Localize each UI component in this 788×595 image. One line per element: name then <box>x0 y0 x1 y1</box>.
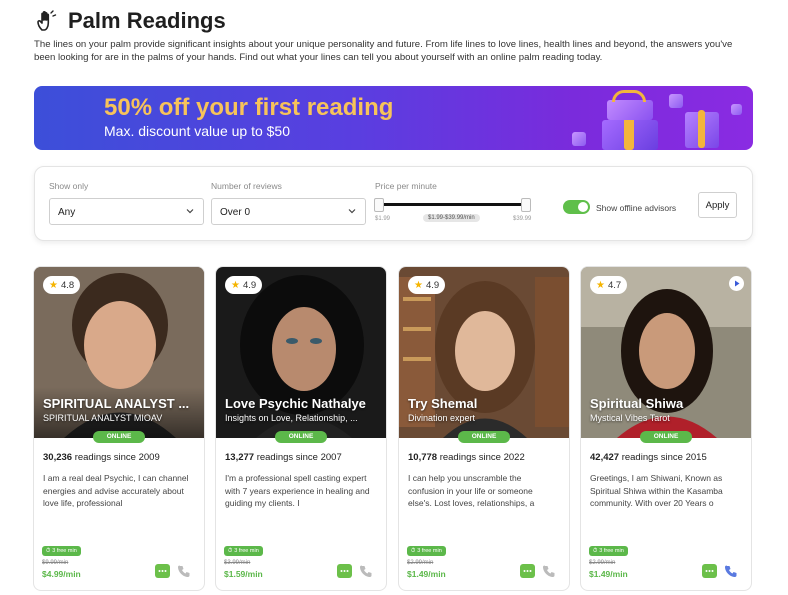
promo-banner[interactable]: 50% off your first reading Max. discount… <box>34 86 753 150</box>
reviews-select[interactable]: Over 0 <box>211 198 366 225</box>
advisor-name[interactable]: Try Shemal <box>408 396 477 411</box>
readings-count: 13,277 readings since 2007 <box>225 452 342 463</box>
online-status-badge: ONLINE <box>275 431 327 443</box>
reviews-label: Number of reviews <box>211 181 282 191</box>
hand-icon <box>34 8 60 34</box>
price: $1.49/min <box>407 569 446 579</box>
filter-panel: Show only Any Number of reviews Over 0 P… <box>34 166 753 241</box>
advisor-name[interactable]: Spiritual Shiwa <box>590 396 683 411</box>
price: $1.59/min <box>224 569 263 579</box>
advisor-card[interactable]: ★ 4.7 Spiritual Shiwa Mystical Vibes Taro… <box>580 266 752 591</box>
advisor-name[interactable]: Love Psychic Nathalye <box>225 396 366 411</box>
price-min-handle[interactable] <box>374 198 384 212</box>
advisor-tagline: SPIRITUAL ANALYST MIOAV <box>43 413 163 423</box>
offline-advisors-toggle[interactable] <box>563 200 590 214</box>
price-min-label: $1.99 <box>375 216 391 222</box>
play-video-icon[interactable] <box>729 276 744 291</box>
star-icon: ★ <box>414 279 423 291</box>
rating-value: 4.9 <box>425 279 440 291</box>
chat-icon[interactable] <box>520 564 535 578</box>
price-max-label: $39.99 <box>513 216 532 222</box>
online-status-badge: ONLINE <box>458 431 510 443</box>
advisor-bio: I'm a professional spell casting expert … <box>225 473 370 508</box>
advisor-bio: I am a real deal Psychic, I can channel … <box>43 473 189 508</box>
old-price: $9.99/min <box>42 560 69 566</box>
free-minutes-badge: ⏱ 3 free min <box>42 546 81 556</box>
page-title: Palm Readings <box>68 8 226 33</box>
phone-icon[interactable] <box>542 564 556 578</box>
advisor-bio: I can help you unscramble the confusion … <box>408 473 535 508</box>
chat-icon[interactable] <box>702 564 717 578</box>
rating-badge: ★ 4.9 <box>408 276 446 294</box>
price: $4.99/min <box>42 569 81 579</box>
rating-badge: ★ 4.8 <box>43 276 81 294</box>
online-status-badge: ONLINE <box>640 431 692 443</box>
page-header: Palm Readings <box>34 8 226 34</box>
price: $1.49/min <box>589 569 628 579</box>
price-slider-track[interactable] <box>379 203 529 206</box>
old-price: $3.99/min <box>224 560 251 566</box>
clock-icon: ⏱ <box>593 548 598 554</box>
old-price: $2.99/min <box>589 560 616 566</box>
advisor-card[interactable]: ★ 4.8 SPIRITUAL ANALYST ... SPIRITUAL ANA… <box>33 266 205 591</box>
advisor-bio: Greetings, I am Shiwani, Known as Spirit… <box>590 473 723 508</box>
advisor-card[interactable]: ★ 4.9 Love Psychic Nathalye Insights on L… <box>215 266 387 591</box>
free-minutes-badge: ⏱ 3 free min <box>224 546 263 556</box>
phone-icon[interactable] <box>177 564 191 578</box>
star-icon: ★ <box>49 279 58 291</box>
free-minutes-badge: ⏱ 3 free min <box>407 546 446 556</box>
price-max-handle[interactable] <box>521 198 531 212</box>
free-minutes-badge: ⏱ 3 free min <box>589 546 628 556</box>
price-label: Price per minute <box>375 181 437 191</box>
online-status-badge: ONLINE <box>93 431 145 443</box>
chevron-down-icon <box>348 209 356 214</box>
advisor-tagline: Mystical Vibes Tarot <box>590 413 670 423</box>
advisor-name[interactable]: SPIRITUAL ANALYST ... <box>43 396 189 411</box>
apply-button[interactable]: Apply <box>698 192 737 218</box>
rating-badge: ★ 4.7 <box>590 276 628 294</box>
readings-count: 10,778 readings since 2022 <box>408 452 525 463</box>
page-intro: The lines on your palm provide significa… <box>34 39 733 63</box>
readings-count: 42,427 readings since 2015 <box>590 452 707 463</box>
reviews-value: Over 0 <box>220 207 251 218</box>
advisor-tagline: Divination expert <box>408 413 476 423</box>
offline-advisors-label: Show offline advisors <box>596 203 677 213</box>
clock-icon: ⏱ <box>46 548 51 554</box>
chat-icon[interactable] <box>337 564 352 578</box>
phone-icon[interactable] <box>724 564 738 578</box>
clock-icon: ⏱ <box>228 548 233 554</box>
clock-icon: ⏱ <box>411 548 416 554</box>
star-icon: ★ <box>231 279 240 291</box>
phone-icon[interactable] <box>359 564 373 578</box>
readings-count: 30,236 readings since 2009 <box>43 452 160 463</box>
star-icon: ★ <box>596 279 605 291</box>
old-price: $2.99/min <box>407 560 434 566</box>
chat-icon[interactable] <box>155 564 170 578</box>
rating-value: 4.8 <box>60 279 75 291</box>
rating-value: 4.7 <box>607 279 622 291</box>
price-range-label: $1.99-$39.99/min <box>423 214 480 222</box>
chevron-down-icon <box>186 209 194 214</box>
advisor-tagline: Insights on Love, Relationship, ... <box>225 413 358 423</box>
rating-badge: ★ 4.9 <box>225 276 263 294</box>
show-only-value: Any <box>58 207 76 218</box>
promo-title: 50% off your first reading <box>104 94 394 121</box>
promo-subtitle: Max. discount value up to $50 <box>104 123 291 139</box>
rating-value: 4.9 <box>242 279 257 291</box>
show-only-label: Show only <box>49 181 89 191</box>
show-only-select[interactable]: Any <box>49 198 204 225</box>
advisor-card[interactable]: ★ 4.9 Try Shemal Divination expert ONLINE… <box>398 266 570 591</box>
